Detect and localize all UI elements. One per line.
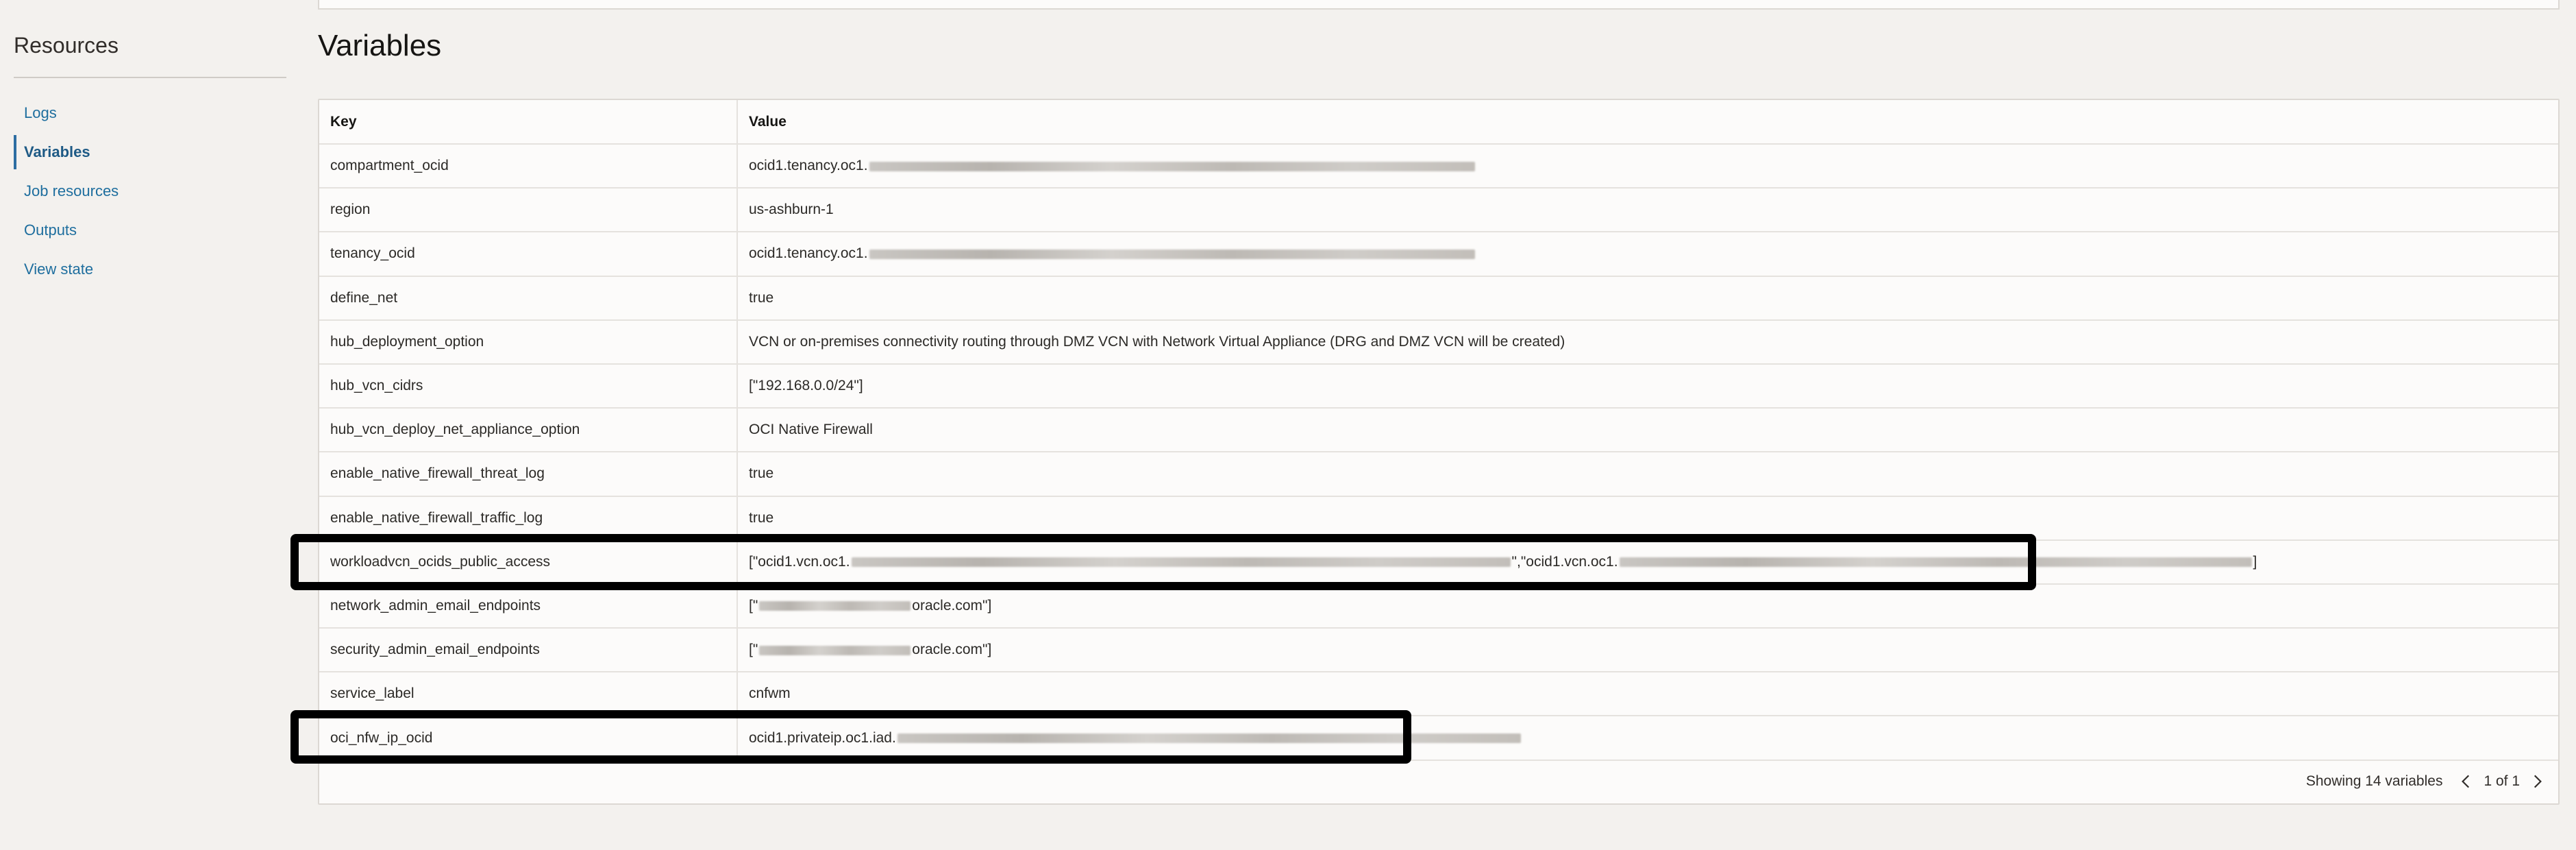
page-title: Variables — [318, 29, 442, 62]
redacted-value — [869, 249, 1475, 259]
variable-key: hub_vcn_cidrs — [319, 363, 738, 409]
variable-key: define_net — [319, 276, 738, 321]
value-text: ocid1.privateip.oc1.iad. — [749, 729, 896, 746]
variable-key: region — [319, 188, 738, 233]
table-row: hub_vcn_cidrs ["192.168.0.0/24"] — [319, 363, 2558, 409]
sidebar-item-job-resources[interactable]: Job resources — [14, 174, 219, 208]
chevron-left-icon[interactable] — [2457, 773, 2475, 790]
sidebar-item-outputs[interactable]: Outputs — [14, 213, 219, 247]
variables-table-card: Key Value compartment_ocid ocid1.tenancy.… — [318, 99, 2560, 805]
redacted-value — [759, 645, 911, 655]
table-row: hub_vcn_deploy_net_appliance_option OCI N… — [319, 408, 2558, 453]
value-text: cnfwm — [749, 685, 791, 702]
variable-value: true — [737, 276, 2558, 321]
variable-value: OCI Native Firewall — [737, 408, 2558, 453]
table-row: service_label cnfwm — [319, 672, 2558, 717]
value-text: us-ashburn-1 — [749, 202, 834, 218]
resources-divider — [14, 77, 286, 78]
table-row: network_admin_email_endpoints [" oracle.co… — [319, 583, 2558, 629]
chevron-right-icon[interactable] — [2528, 773, 2546, 790]
redacted-value — [1619, 557, 2252, 568]
value-text: [" — [749, 597, 758, 614]
variable-key: tenancy_ocid — [319, 232, 738, 277]
variable-key: service_label — [319, 672, 738, 717]
variable-value: us-ashburn-1 — [737, 188, 2558, 233]
value-text: [" — [749, 642, 758, 658]
variable-key: oci_nfw_ip_ocid — [319, 716, 738, 761]
table-row: enable_native_firewall_threat_log true — [319, 452, 2558, 497]
row-count-text: Showing 14 variables — [2305, 773, 2443, 789]
value-text: ["192.168.0.0/24"] — [749, 378, 863, 394]
variable-key: security_admin_email_endpoints — [319, 628, 738, 673]
column-header-key: Key — [319, 100, 738, 145]
redacted-value — [897, 733, 1521, 743]
value-text: oracle.com"] — [912, 597, 992, 614]
variable-value: VCN or on-premises connectivity routing … — [737, 319, 2558, 365]
variable-key: workloadvcn_ocids_public_access — [319, 539, 738, 585]
redacted-value — [759, 601, 911, 611]
value-text: ocid1.tenancy.oc1. — [749, 245, 868, 262]
variable-value: true — [737, 496, 2558, 541]
sidebar-item-logs[interactable]: Logs — [14, 96, 219, 130]
table-row: workloadvcn_ocids_public_access ["ocid1.v… — [319, 539, 2558, 585]
value-text: true — [749, 289, 774, 306]
table-row: hub_deployment_option VCN or on-premises … — [319, 319, 2558, 365]
variable-value: true — [737, 452, 2558, 497]
value-text: ["ocid1.vcn.oc1. — [749, 553, 850, 570]
resources-title: Resources — [14, 33, 119, 58]
table-body: compartment_ocid ocid1.tenancy.oc1. region… — [319, 144, 2558, 761]
variable-value: ocid1.privateip.oc1.iad. — [737, 716, 2558, 761]
variable-key: enable_native_firewall_threat_log — [319, 452, 738, 497]
page-indicator: 1 of 1 — [2484, 773, 2520, 789]
variable-value: ocid1.tenancy.oc1. — [737, 232, 2558, 277]
table-row: security_admin_email_endpoints [" oracle.c… — [319, 628, 2558, 673]
variable-value: [" oracle.com"] — [737, 628, 2558, 673]
value-text: ] — [2253, 553, 2257, 570]
table-row: enable_native_firewall_traffic_log true — [319, 496, 2558, 541]
variable-value: [" oracle.com"] — [737, 583, 2558, 629]
sidebar-item-view-state[interactable]: View state — [14, 252, 219, 287]
value-text: ocid1.tenancy.oc1. — [749, 158, 868, 174]
redacted-value — [851, 557, 1511, 568]
table-row: define_net true — [319, 276, 2558, 321]
table-row: compartment_ocid ocid1.tenancy.oc1. — [319, 144, 2558, 189]
value-text: oracle.com"] — [912, 642, 992, 658]
variable-value: cnfwm — [737, 672, 2558, 717]
value-text: OCI Native Firewall — [749, 422, 873, 438]
variable-key: enable_native_firewall_traffic_log — [319, 496, 738, 541]
table-header-row: Key Value — [319, 100, 2558, 145]
variable-key: network_admin_email_endpoints — [319, 583, 738, 629]
value-text: ","ocid1.vcn.oc1. — [1511, 553, 1618, 570]
variable-value: ["ocid1.vcn.oc1. ","ocid1.vcn.oc1.] — [737, 539, 2558, 585]
table-row: tenancy_ocid ocid1.tenancy.oc1. — [319, 232, 2558, 277]
redacted-value — [869, 161, 1475, 171]
table-row: region us-ashburn-1 — [319, 188, 2558, 233]
variable-key: hub_deployment_option — [319, 319, 738, 365]
variable-key: hub_vcn_deploy_net_appliance_option — [319, 408, 738, 453]
pagination: 1 of 1 — [2457, 773, 2546, 790]
column-header-value: Value — [737, 100, 2558, 145]
value-text: true — [749, 465, 774, 482]
sidebar-item-variables[interactable]: Variables — [14, 135, 219, 169]
value-text: true — [749, 509, 774, 526]
value-text: VCN or on-premises connectivity routing … — [749, 333, 1565, 350]
table-footer: Showing 14 variables 1 of 1 — [2306, 760, 2546, 803]
variable-key: compartment_ocid — [319, 144, 738, 189]
variable-value: ocid1.tenancy.oc1. — [737, 144, 2558, 189]
variables-table: Key Value compartment_ocid ocid1.tenancy.… — [319, 100, 2558, 761]
variable-value: ["192.168.0.0/24"] — [737, 363, 2558, 409]
table-row: oci_nfw_ip_ocid ocid1.privateip.oc1.iad. — [319, 716, 2558, 761]
previous-panel-edge — [318, 0, 2560, 10]
